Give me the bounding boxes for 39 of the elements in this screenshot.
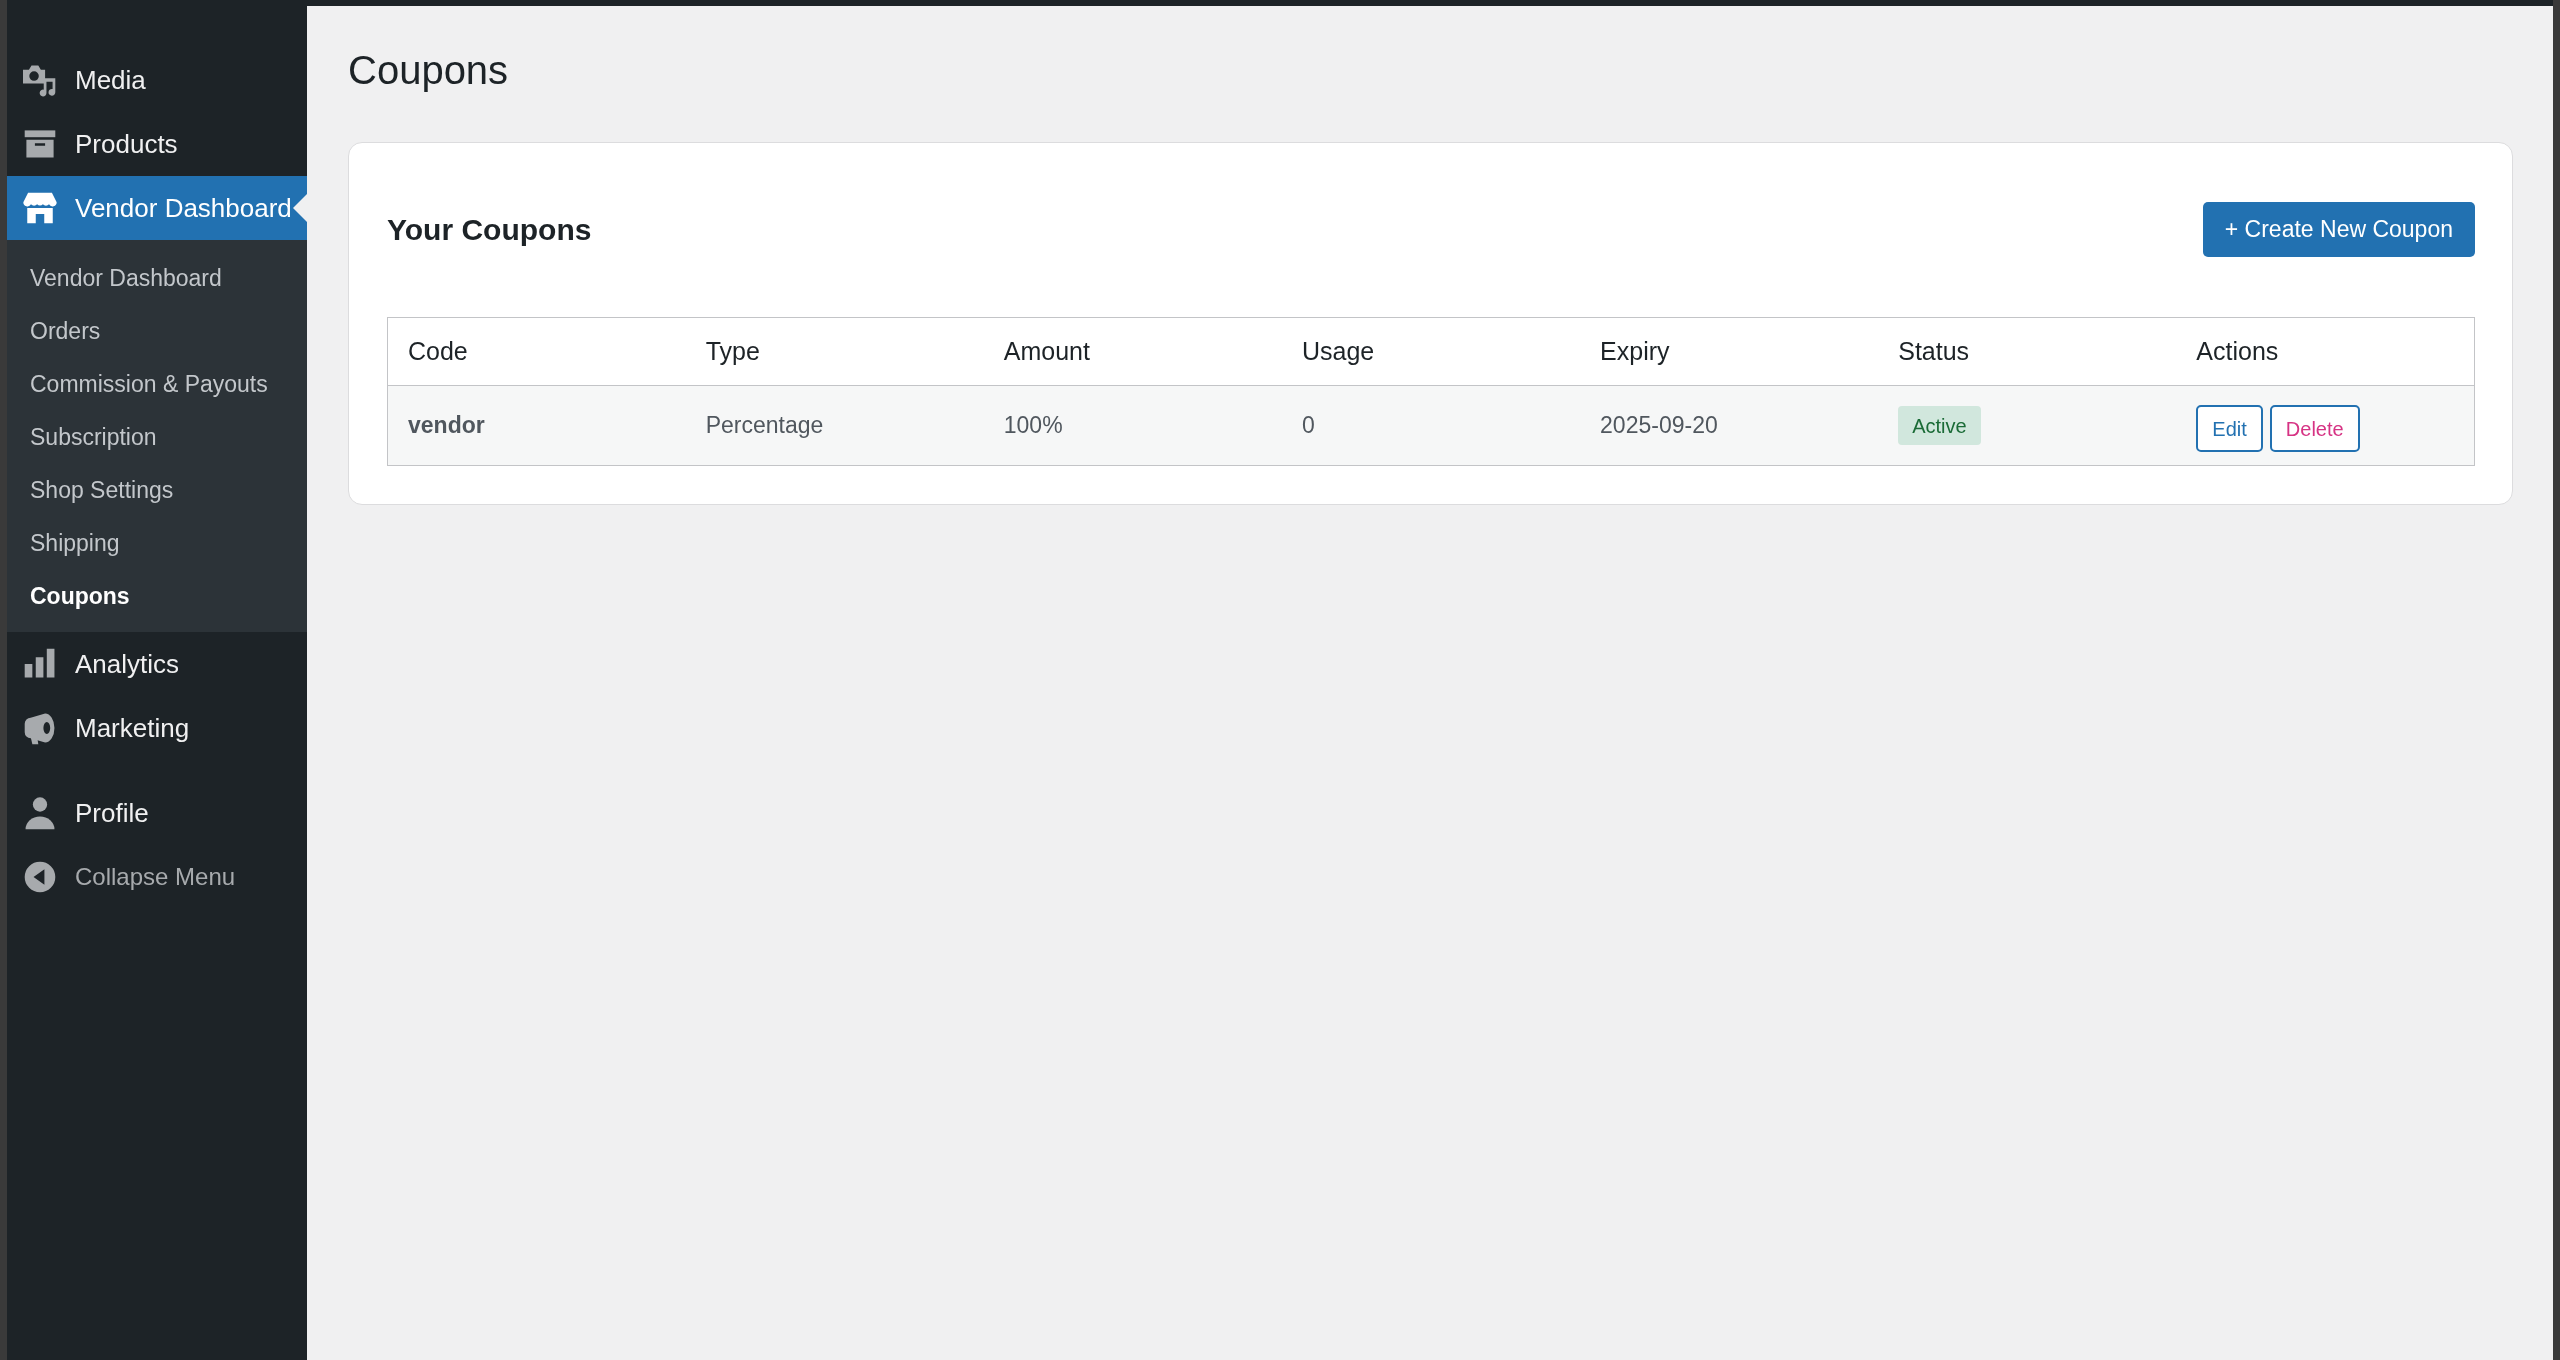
sidebar-item[interactable]: Profile: [7, 781, 307, 845]
column-header: Type: [685, 317, 984, 386]
table-cell: vendor: [387, 385, 686, 466]
submenu-item[interactable]: Subscription: [7, 411, 307, 464]
table-cell: 100%: [983, 385, 1282, 466]
archive-box-icon: [23, 127, 57, 161]
column-header: Status: [1878, 317, 2177, 386]
sidebar-item[interactable]: Marketing: [7, 696, 307, 760]
submenu-item[interactable]: Coupons: [7, 570, 307, 623]
submenu-item[interactable]: Shop Settings: [7, 464, 307, 517]
store-icon: [23, 191, 57, 225]
status-badge: Active: [1898, 406, 1981, 445]
card-title: Your Coupons: [387, 211, 592, 248]
edit-button[interactable]: Edit: [2196, 405, 2263, 452]
submenu-item[interactable]: Commission & Payouts: [7, 358, 307, 411]
table-cell: 0: [1281, 385, 1581, 466]
table-cell: Percentage: [685, 385, 984, 466]
column-header: Code: [387, 317, 686, 386]
camera-music-icon: [23, 63, 57, 97]
sidebar-item[interactable]: Products: [7, 112, 307, 176]
page-title: Coupons: [348, 47, 510, 94]
sidebar-item[interactable]: Vendor Dashboard: [7, 176, 307, 240]
column-header: Amount: [983, 317, 1282, 386]
collapse-menu-button[interactable]: Collapse Menu: [7, 845, 307, 909]
sidebar-item[interactable]: Media: [7, 48, 307, 112]
create-coupon-button[interactable]: + Create New Coupon: [2202, 202, 2475, 257]
collapse-arrow-icon: [23, 860, 57, 894]
person-icon: [23, 796, 57, 830]
column-header: Usage: [1281, 317, 1581, 386]
delete-button[interactable]: Delete: [2269, 405, 2360, 452]
bar-chart-icon: [23, 647, 57, 681]
table-cell: 2025-09-20: [1580, 385, 1879, 466]
submenu-item[interactable]: Vendor Dashboard: [7, 252, 307, 305]
column-header: Expiry: [1580, 317, 1879, 386]
megaphone-icon: [23, 711, 57, 745]
column-header: Actions: [2176, 317, 2475, 386]
submenu-item[interactable]: Shipping: [7, 517, 307, 570]
sidebar-item[interactable]: Analytics: [7, 632, 307, 696]
submenu-item[interactable]: Orders: [7, 305, 307, 358]
